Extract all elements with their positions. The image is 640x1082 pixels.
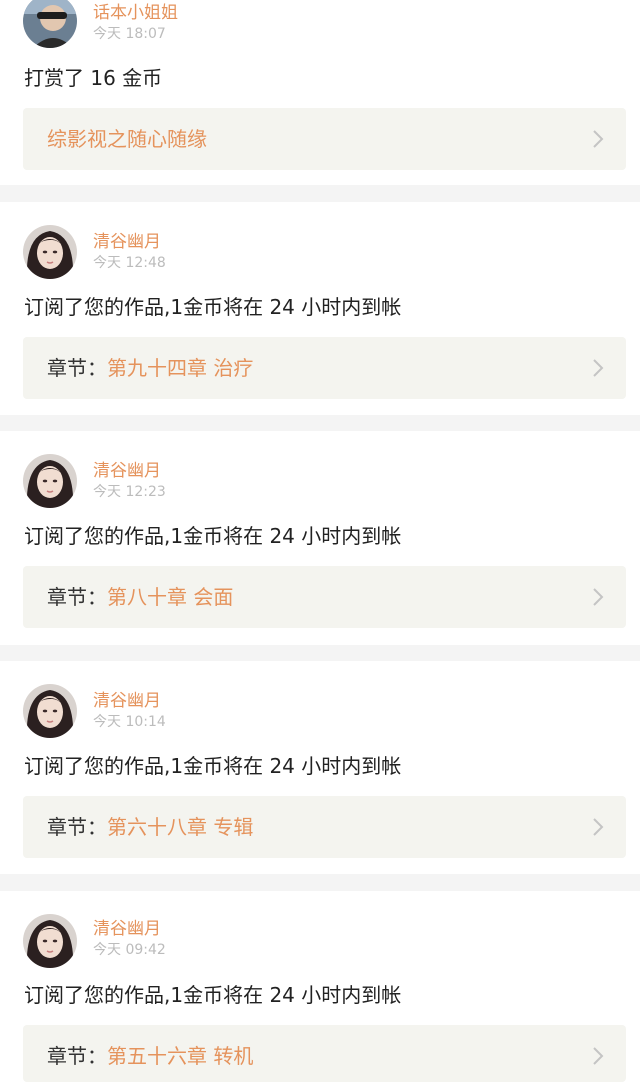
- notification-card: 清谷幽月 今天 09:42 订阅了您的作品,1金币将在 24 小时内到帐 章节：…: [0, 891, 640, 1082]
- sender-name[interactable]: 清谷幽月: [93, 461, 161, 481]
- work-link-text: 综影视之随心随缘: [47, 108, 207, 170]
- avatar[interactable]: [23, 0, 77, 48]
- chevron-right-icon: [593, 588, 604, 606]
- timestamp: 今天 12:48: [93, 255, 166, 271]
- chapter-label: 章节：: [47, 356, 107, 380]
- notification-card: 清谷幽月 今天 12:23 订阅了您的作品,1金币将在 24 小时内到帐 章节：…: [0, 431, 640, 645]
- notification-feed: 话本小姐姐 今天 18:07 打赏了 16 金币 综影视之随心随缘 清谷幽月 今…: [0, 0, 640, 1082]
- avatar[interactable]: [23, 914, 77, 968]
- notification-message: 订阅了您的作品,1金币将在 24 小时内到帐: [24, 295, 402, 319]
- chevron-right-icon: [593, 130, 604, 148]
- avatar[interactable]: [23, 454, 77, 508]
- timestamp: 今天 09:42: [93, 942, 166, 958]
- notification-message: 打赏了 16 金币: [24, 66, 163, 90]
- notification-message: 订阅了您的作品,1金币将在 24 小时内到帐: [24, 983, 402, 1007]
- chapter-title: 第六十八章 专辑: [107, 815, 254, 839]
- avatar[interactable]: [23, 225, 77, 279]
- notification-message: 订阅了您的作品,1金币将在 24 小时内到帐: [24, 754, 402, 778]
- chapter-label: 章节：: [47, 585, 107, 609]
- sender-name[interactable]: 清谷幽月: [93, 691, 161, 711]
- notification-card: 话本小姐姐 今天 18:07 打赏了 16 金币 综影视之随心随缘: [0, 0, 640, 185]
- notification-card: 清谷幽月 今天 12:48 订阅了您的作品,1金币将在 24 小时内到帐 章节：…: [0, 202, 640, 415]
- chapter-link-text: 章节：第六十八章 专辑: [47, 796, 253, 858]
- chevron-right-icon: [593, 359, 604, 377]
- chapter-title: 第五十六章 转机: [107, 1044, 254, 1068]
- chapter-link-text: 章节：第五十六章 转机: [47, 1025, 253, 1082]
- chevron-right-icon: [593, 1047, 604, 1065]
- work-link[interactable]: 综影视之随心随缘: [23, 108, 626, 170]
- work-title: 综影视之随心随缘: [47, 127, 207, 151]
- avatar[interactable]: [23, 684, 77, 738]
- notification-message: 订阅了您的作品,1金币将在 24 小时内到帐: [24, 524, 402, 548]
- chapter-title: 第九十四章 治疗: [107, 356, 254, 380]
- chapter-link-text: 章节：第九十四章 治疗: [47, 337, 253, 399]
- timestamp: 今天 10:14: [93, 714, 166, 730]
- chapter-label: 章节：: [47, 1044, 107, 1068]
- chapter-link[interactable]: 章节：第九十四章 治疗: [23, 337, 626, 399]
- sender-name[interactable]: 清谷幽月: [93, 232, 161, 252]
- timestamp: 今天 12:23: [93, 484, 166, 500]
- chapter-title: 第八十章 会面: [107, 585, 234, 609]
- chevron-right-icon: [593, 818, 604, 836]
- sender-name[interactable]: 清谷幽月: [93, 919, 161, 939]
- chapter-link[interactable]: 章节：第八十章 会面: [23, 566, 626, 628]
- chapter-link[interactable]: 章节：第五十六章 转机: [23, 1025, 626, 1082]
- notification-card: 清谷幽月 今天 10:14 订阅了您的作品,1金币将在 24 小时内到帐 章节：…: [0, 661, 640, 874]
- timestamp: 今天 18:07: [93, 26, 166, 42]
- sender-name[interactable]: 话本小姐姐: [93, 3, 178, 23]
- chapter-link-text: 章节：第八十章 会面: [47, 566, 233, 628]
- chapter-link[interactable]: 章节：第六十八章 专辑: [23, 796, 626, 858]
- chapter-label: 章节：: [47, 815, 107, 839]
